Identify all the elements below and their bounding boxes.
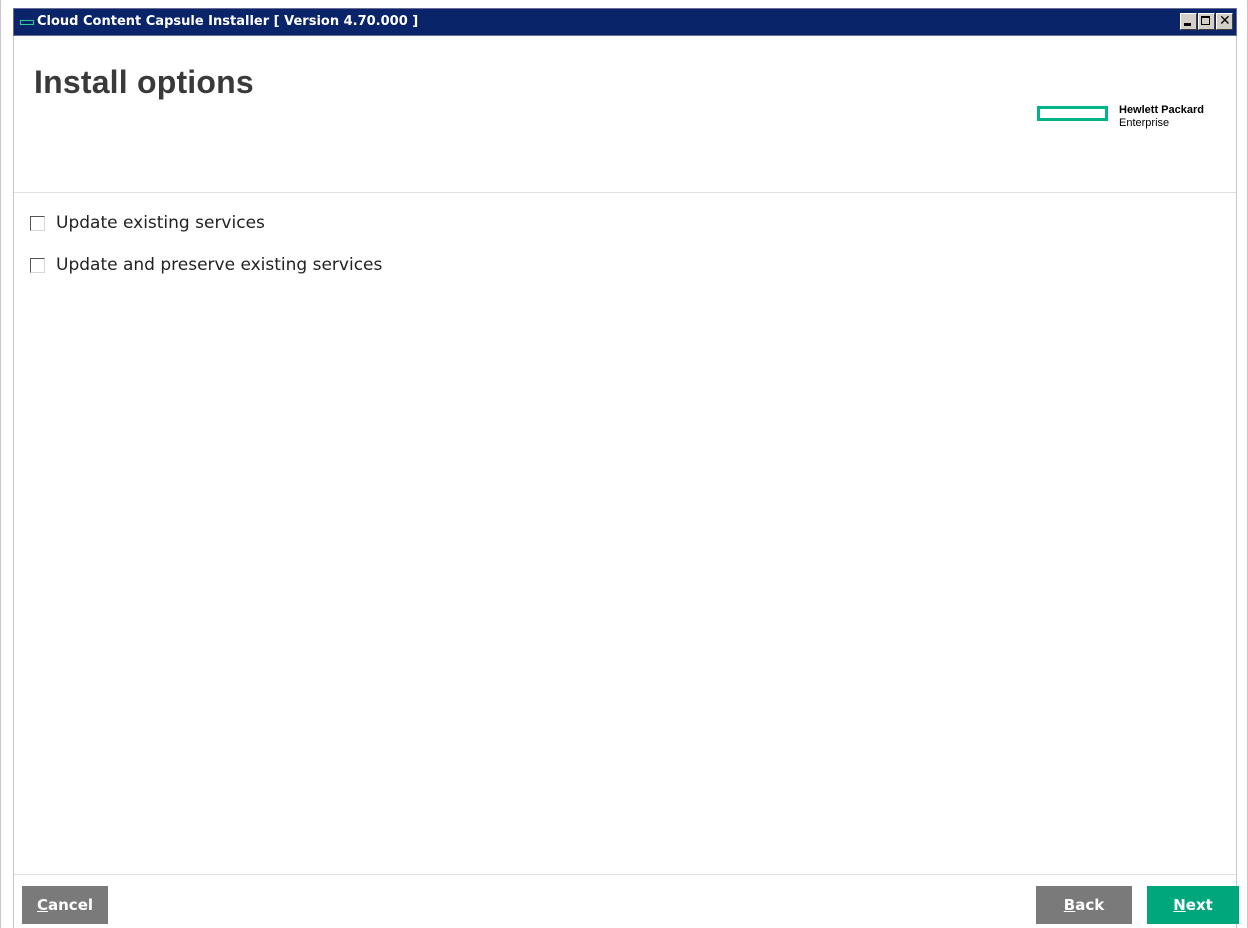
- hpe-logo-text: Hewlett Packard Enterprise: [1119, 104, 1204, 130]
- installer-window: Cloud Content Capsule Installer [ Versio…: [0, 0, 1248, 928]
- maximize-icon: [1201, 16, 1210, 25]
- app-icon: [20, 20, 34, 25]
- option-label[interactable]: Update existing services: [56, 212, 265, 234]
- back-button[interactable]: Back: [1036, 886, 1132, 924]
- close-icon: ✕: [1219, 13, 1231, 29]
- hpe-logo-mark: [1037, 106, 1108, 121]
- next-mnemonic: N: [1173, 896, 1186, 914]
- next-button[interactable]: Next: [1147, 886, 1239, 924]
- cancel-mnemonic: C: [36, 896, 48, 914]
- cancel-label: ancel: [48, 896, 94, 914]
- back-label: ack: [1075, 896, 1105, 914]
- header-divider: [14, 192, 1236, 193]
- option-label[interactable]: Update and preserve existing services: [56, 254, 382, 276]
- cancel-button[interactable]: Cancel: [22, 886, 108, 924]
- minimize-button[interactable]: [1180, 13, 1197, 30]
- hpe-logo: Hewlett Packard Enterprise: [1037, 104, 1215, 132]
- content-panel: Install options Hewlett Packard Enterpri…: [13, 36, 1239, 928]
- update-existing-checkbox[interactable]: [30, 216, 45, 231]
- maximize-button[interactable]: [1198, 13, 1215, 30]
- hpe-logo-line1: Hewlett Packard: [1119, 104, 1204, 116]
- next-label: ext: [1185, 896, 1213, 914]
- window-title: Cloud Content Capsule Installer [ Versio…: [37, 14, 419, 29]
- footer-divider: [14, 874, 1236, 875]
- hpe-logo-line2: Enterprise: [1119, 117, 1170, 129]
- page-title: Install options: [34, 64, 254, 100]
- back-mnemonic: B: [1063, 896, 1076, 914]
- minimize-icon: [1184, 23, 1191, 26]
- close-button[interactable]: ✕: [1216, 13, 1233, 30]
- update-preserve-checkbox[interactable]: [30, 258, 45, 273]
- title-bar[interactable]: Cloud Content Capsule Installer [ Versio…: [13, 8, 1237, 36]
